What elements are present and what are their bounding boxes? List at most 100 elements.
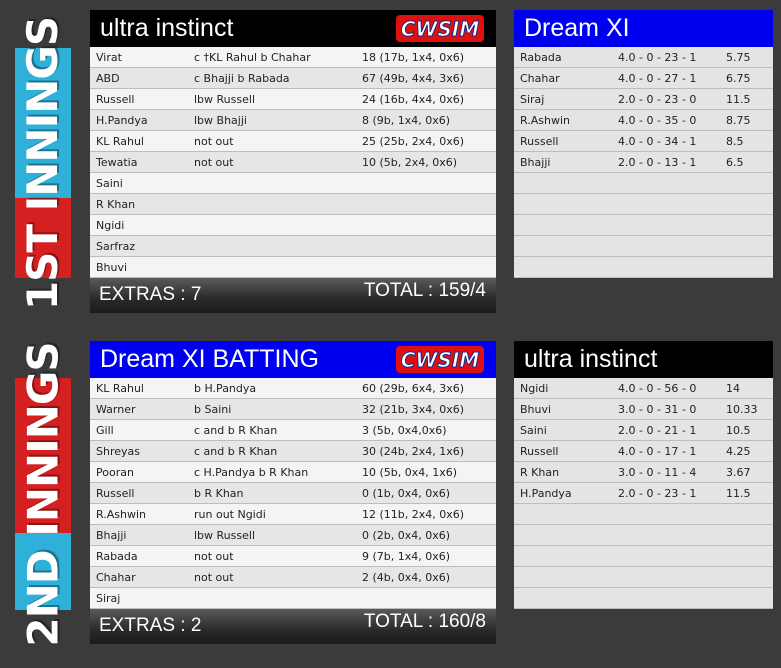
bowler-name: Russell xyxy=(520,444,559,458)
bowler-economy: 5.75 xyxy=(726,50,751,64)
bowling-row: Bhuvi 3.0 - 0 - 31 - 0 10.33 xyxy=(514,399,773,420)
batting-row: R.Ashwin run out Ngidi 12 (11b, 2x4, 0x6) xyxy=(90,504,496,525)
dismissal: c and b R Khan xyxy=(194,444,278,458)
innings-tab-label: 1ST INNINGS xyxy=(18,16,68,310)
bowling-empty-row xyxy=(514,525,773,546)
batter-name: Virat xyxy=(96,50,122,64)
bowler-figures: 2.0 - 0 - 21 - 1 xyxy=(618,423,697,437)
bowler-name: Siraj xyxy=(520,92,545,106)
bowler-name: R.Ashwin xyxy=(520,113,570,127)
dismissal: not out xyxy=(194,570,234,584)
batter-score: 12 (11b, 2x4, 0x6) xyxy=(362,507,465,521)
bowling-row: Chahar 4.0 - 0 - 27 - 1 6.75 xyxy=(514,68,773,89)
batter-name: H.Pandya xyxy=(96,113,148,127)
dismissal: not out xyxy=(194,549,234,563)
batter-score: 67 (49b, 4x4, 3x6) xyxy=(362,71,465,85)
batting-row: Warner b Saini 32 (21b, 3x4, 0x6) xyxy=(90,399,496,420)
innings-tab-label-wrap: 1ST INNINGS xyxy=(15,16,71,309)
batting-row: Virat c †KL Rahul b Chahar 18 (17b, 1x4, 0… xyxy=(90,47,496,68)
bowler-economy: 4.25 xyxy=(726,444,751,458)
batting-row: R Khan xyxy=(90,194,496,215)
batter-name: Bhajji xyxy=(96,528,127,542)
bowler-economy: 8.75 xyxy=(726,113,751,127)
extras-label: EXTRAS : 2 xyxy=(99,615,202,636)
bowling-empty-row xyxy=(514,504,773,525)
batter-score: 25 (25b, 2x4, 0x6) xyxy=(362,134,465,148)
bowler-figures: 3.0 - 0 - 11 - 4 xyxy=(618,465,697,479)
batting-row: Russell lbw Russell 24 (16b, 4x4, 0x6) xyxy=(90,89,496,110)
batting-row: Ngidi xyxy=(90,215,496,236)
bowling-row: Russell 4.0 - 0 - 34 - 1 8.5 xyxy=(514,131,773,152)
bowler-name: Russell xyxy=(520,134,559,148)
bowling-empty-row xyxy=(514,173,773,194)
batting-row: Bhajji lbw Russell 0 (2b, 0x4, 0x6) xyxy=(90,525,496,546)
extras-label: EXTRAS : 7 xyxy=(99,284,202,305)
bowler-economy: 6.75 xyxy=(726,71,751,85)
batting-row: Sarfraz xyxy=(90,236,496,257)
bowler-name: H.Pandya xyxy=(520,486,572,500)
batting-row: Tewatia not out 10 (5b, 2x4, 0x6) xyxy=(90,152,496,173)
dismissal: lbw Russell xyxy=(194,92,255,106)
batter-name: KL Rahul xyxy=(96,381,144,395)
batter-score: 10 (5b, 0x4, 1x6) xyxy=(362,465,458,479)
dismissal: b H.Pandya xyxy=(194,381,257,395)
bowler-name: Chahar xyxy=(520,71,560,85)
bowling-row: Siraj 2.0 - 0 - 23 - 0 11.5 xyxy=(514,89,773,110)
cwsim-logo: CWSIM xyxy=(396,346,484,373)
batter-score: 0 (1b, 0x4, 0x6) xyxy=(362,486,451,500)
bowling-team-title: ultra instinct xyxy=(524,345,658,373)
bowler-name: Saini xyxy=(520,423,547,437)
dismissal: run out Ngidi xyxy=(194,507,266,521)
batter-score: 32 (21b, 3x4, 0x6) xyxy=(362,402,465,416)
batter-name: Ngidi xyxy=(96,218,125,232)
bowler-figures: 3.0 - 0 - 31 - 0 xyxy=(618,402,697,416)
bowling-row: Russell 4.0 - 0 - 17 - 1 4.25 xyxy=(514,441,773,462)
batting-row: Gill c and b R Khan 3 (5b, 0x4,0x6) xyxy=(90,420,496,441)
batter-score: 18 (17b, 1x4, 0x6) xyxy=(362,50,465,64)
batting-footer: EXTRAS : 2 TOTAL : 160/8 xyxy=(90,609,496,644)
batter-name: KL Rahul xyxy=(96,134,144,148)
dismissal: b R Khan xyxy=(194,486,244,500)
bowling-empty-row xyxy=(514,567,773,588)
bowler-name: Rabada xyxy=(520,50,562,64)
batting-row: KL Rahul b H.Pandya 60 (29b, 6x4, 3x6) xyxy=(90,378,496,399)
bowler-economy: 6.5 xyxy=(726,155,744,169)
batting-row: Siraj xyxy=(90,588,496,609)
bowling-panel-1: Dream XI Rabada 4.0 - 0 - 23 - 1 5.75 Chaha… xyxy=(514,10,773,278)
innings-tab-1: 1ST INNINGS xyxy=(15,16,71,310)
batting-rows: Virat c †KL Rahul b Chahar 18 (17b, 1x4, 0… xyxy=(90,47,496,278)
bowling-panel-2: ultra instinct Ngidi 4.0 - 0 - 56 - 0 14 Bh… xyxy=(514,341,773,609)
bowler-economy: 14 xyxy=(726,381,740,395)
dismissal: not out xyxy=(194,155,234,169)
bowler-economy: 8.5 xyxy=(726,134,744,148)
batter-name: Siraj xyxy=(96,591,121,605)
batter-score: 60 (29b, 6x4, 3x6) xyxy=(362,381,465,395)
dismissal: b Saini xyxy=(194,402,232,416)
batter-score: 0 (2b, 0x4, 0x6) xyxy=(362,528,451,542)
batting-row: Rabada not out 9 (7b, 1x4, 0x6) xyxy=(90,546,496,567)
batter-score: 8 (9b, 1x4, 0x6) xyxy=(362,113,451,127)
batter-score: 3 (5b, 0x4,0x6) xyxy=(362,423,447,437)
dismissal: not out xyxy=(194,134,234,148)
dismissal: lbw Bhajji xyxy=(194,113,247,127)
batting-footer: EXTRAS : 7 TOTAL : 159/4 xyxy=(90,278,496,313)
bowling-empty-row xyxy=(514,588,773,609)
bowling-row: Rabada 4.0 - 0 - 23 - 1 5.75 xyxy=(514,47,773,68)
bowling-team-title: Dream XI xyxy=(524,14,630,42)
batter-name: Tewatia xyxy=(96,155,138,169)
innings-tab-2: 2ND INNINGS xyxy=(15,342,71,646)
bowler-figures: 4.0 - 0 - 23 - 1 xyxy=(618,50,697,64)
bowling-row: Saini 2.0 - 0 - 21 - 1 10.5 xyxy=(514,420,773,441)
batter-name: Rabada xyxy=(96,549,138,563)
bowler-figures: 4.0 - 0 - 56 - 0 xyxy=(618,381,697,395)
batting-row: Saini xyxy=(90,173,496,194)
bowler-name: Bhajji xyxy=(520,155,551,169)
batting-team-title: ultra instinct xyxy=(100,14,234,42)
total-label: TOTAL : 159/4 xyxy=(363,280,486,301)
dismissal: c Bhajji b Rabada xyxy=(194,71,290,85)
batter-name: Sarfraz xyxy=(96,239,136,253)
bowling-empty-row xyxy=(514,236,773,257)
bowler-economy: 10.5 xyxy=(726,423,751,437)
bowling-empty-row xyxy=(514,215,773,236)
bowling-row: R Khan 3.0 - 0 - 11 - 4 3.67 xyxy=(514,462,773,483)
